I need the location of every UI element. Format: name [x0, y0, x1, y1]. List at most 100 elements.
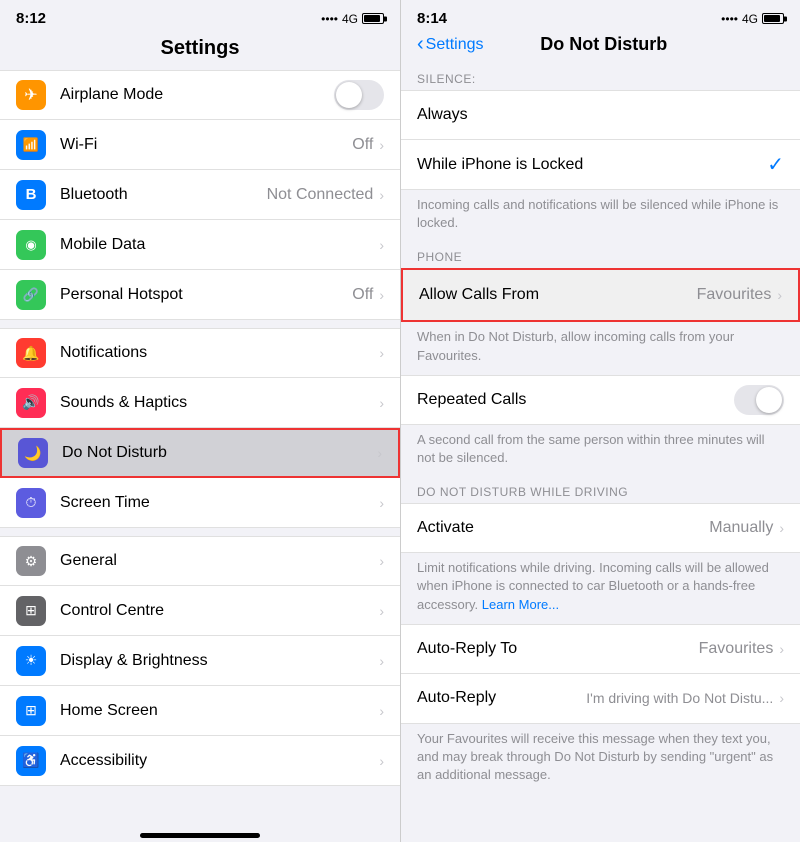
repeated-calls-toggle[interactable] — [734, 385, 784, 415]
settings-row-control-centre[interactable]: ⊞ Control Centre › — [0, 586, 400, 636]
general-icon: ⚙ — [16, 546, 46, 576]
locked-label: While iPhone is Locked — [417, 156, 767, 174]
home-screen-chevron: › — [379, 703, 384, 719]
dnd-row-auto-reply-to[interactable]: Auto-Reply To Favourites › — [401, 624, 800, 674]
dnd-label: Do Not Disturb — [62, 444, 377, 462]
auto-reply-to-value: Favourites — [699, 640, 774, 658]
control-centre-icon: ⊞ — [16, 596, 46, 626]
dnd-row-locked[interactable]: While iPhone is Locked ✓ — [401, 140, 800, 190]
right-nav: ‹ Settings Do Not Disturb — [401, 33, 800, 64]
dnd-row-repeated-calls[interactable]: Repeated Calls — [401, 375, 800, 425]
battery-icon — [362, 13, 384, 24]
mobile-data-chevron: › — [379, 237, 384, 253]
display-icon: ☀ — [16, 646, 46, 676]
settings-group-2: 🔔 Notifications › 🔊 Sounds & Haptics › 🌙… — [0, 328, 400, 528]
home-screen-label: Home Screen — [60, 702, 379, 720]
dnd-row-auto-reply[interactable]: Auto-Reply I'm driving with Do Not Distu… — [401, 674, 800, 724]
right-status-icons: •••• 4G — [721, 12, 784, 26]
right-time: 8:14 — [417, 10, 447, 27]
settings-row-mobile-data[interactable]: ◉ Mobile Data › — [0, 220, 400, 270]
back-chevron-icon: ‹ — [417, 33, 424, 56]
learn-more-link[interactable]: Learn More... — [482, 597, 559, 612]
auto-reply-label: Auto-Reply — [417, 689, 497, 707]
dnd-driving-header: DO NOT DISTURB WHILE DRIVING — [401, 477, 800, 503]
repeated-calls-description: A second call from the same person withi… — [401, 425, 800, 477]
auto-reply-to-label: Auto-Reply To — [417, 640, 699, 658]
control-centre-label: Control Centre — [60, 602, 379, 620]
accessibility-chevron: › — [379, 753, 384, 769]
activate-label: Activate — [417, 519, 709, 537]
settings-row-home-screen[interactable]: ⊞ Home Screen › — [0, 686, 400, 736]
right-network-icon: 4G — [742, 12, 758, 26]
notifications-chevron: › — [379, 345, 384, 361]
airplane-label: Airplane Mode — [60, 86, 334, 104]
wifi-value: Off — [352, 136, 373, 154]
dnd-icon: 🌙 — [18, 438, 48, 468]
accessibility-icon: ♿ — [16, 746, 46, 776]
allow-calls-chevron: › — [777, 287, 782, 303]
sounds-icon: 🔊 — [16, 388, 46, 418]
settings-row-notifications[interactable]: 🔔 Notifications › — [0, 328, 400, 378]
left-page-title: Settings — [0, 33, 400, 70]
left-status-bar: 8:12 •••• 4G — [0, 0, 400, 33]
bluetooth-value: Not Connected — [267, 186, 374, 204]
back-button[interactable]: ‹ Settings — [417, 33, 483, 56]
hotspot-chevron: › — [379, 287, 384, 303]
allow-calls-row[interactable]: Allow Calls From Favourites › — [401, 268, 800, 322]
driving-description: Limit notifications while driving. Incom… — [401, 553, 800, 624]
settings-row-general[interactable]: ⚙ General › — [0, 536, 400, 586]
activate-value: Manually — [709, 519, 773, 537]
general-label: General — [60, 552, 379, 570]
settings-row-screen-time[interactable]: ⏱ Screen Time › — [0, 478, 400, 528]
screen-time-label: Screen Time — [60, 494, 379, 512]
screen-time-icon: ⏱ — [16, 488, 46, 518]
settings-row-wifi[interactable]: 📶 Wi-Fi Off › — [0, 120, 400, 170]
dnd-content: SILENCE: Always While iPhone is Locked ✓… — [401, 64, 800, 842]
home-screen-icon: ⊞ — [16, 696, 46, 726]
general-chevron: › — [379, 553, 384, 569]
allow-calls-description: When in Do Not Disturb, allow incoming c… — [401, 322, 800, 374]
left-panel: 8:12 •••• 4G Settings ✈ Airplane Mode 📶 … — [0, 0, 400, 842]
left-time: 8:12 — [16, 10, 46, 27]
mobile-data-icon: ◉ — [16, 230, 46, 260]
settings-row-display[interactable]: ☀ Display & Brightness › — [0, 636, 400, 686]
dnd-chevron: › — [377, 445, 382, 461]
home-indicator — [140, 833, 260, 838]
right-page-title: Do Not Disturb — [483, 34, 724, 55]
settings-row-dnd[interactable]: 🌙 Do Not Disturb › — [0, 428, 400, 478]
auto-reply-value: I'm driving with Do Not Distu... — [497, 690, 773, 706]
sounds-chevron: › — [379, 395, 384, 411]
dnd-row-always[interactable]: Always — [401, 90, 800, 140]
screen-time-chevron: › — [379, 495, 384, 511]
wifi-chevron: › — [379, 137, 384, 153]
repeated-calls-label: Repeated Calls — [417, 391, 734, 409]
locked-description: Incoming calls and notifications will be… — [401, 190, 800, 242]
airplane-toggle[interactable] — [334, 80, 384, 110]
settings-row-airplane[interactable]: ✈ Airplane Mode — [0, 70, 400, 120]
notifications-label: Notifications — [60, 344, 379, 362]
hotspot-value: Off — [352, 286, 373, 304]
locked-checkmark: ✓ — [767, 152, 784, 177]
settings-row-accessibility[interactable]: ♿ Accessibility › — [0, 736, 400, 786]
hotspot-icon: 🔗 — [16, 280, 46, 310]
always-label: Always — [417, 106, 784, 124]
right-battery-icon — [762, 13, 784, 24]
settings-row-hotspot[interactable]: 🔗 Personal Hotspot Off › — [0, 270, 400, 320]
right-signal-icon: •••• — [721, 12, 738, 26]
bluetooth-icon: B — [16, 180, 46, 210]
hotspot-label: Personal Hotspot — [60, 286, 352, 304]
notifications-icon: 🔔 — [16, 338, 46, 368]
mobile-data-label: Mobile Data — [60, 236, 379, 254]
bluetooth-label: Bluetooth — [60, 186, 267, 204]
dnd-row-activate[interactable]: Activate Manually › — [401, 503, 800, 553]
settings-row-sounds[interactable]: 🔊 Sounds & Haptics › — [0, 378, 400, 428]
activate-chevron: › — [779, 520, 784, 536]
wifi-label: Wi-Fi — [60, 136, 352, 154]
wifi-icon: 📶 — [16, 130, 46, 160]
auto-reply-description: Your Favourites will receive this messag… — [401, 724, 800, 795]
settings-group-1: ✈ Airplane Mode 📶 Wi-Fi Off › B Bluetoot… — [0, 70, 400, 320]
settings-row-bluetooth[interactable]: B Bluetooth Not Connected › — [0, 170, 400, 220]
auto-reply-to-chevron: › — [779, 641, 784, 657]
sounds-label: Sounds & Haptics — [60, 394, 379, 412]
phone-header: PHONE — [401, 242, 800, 268]
